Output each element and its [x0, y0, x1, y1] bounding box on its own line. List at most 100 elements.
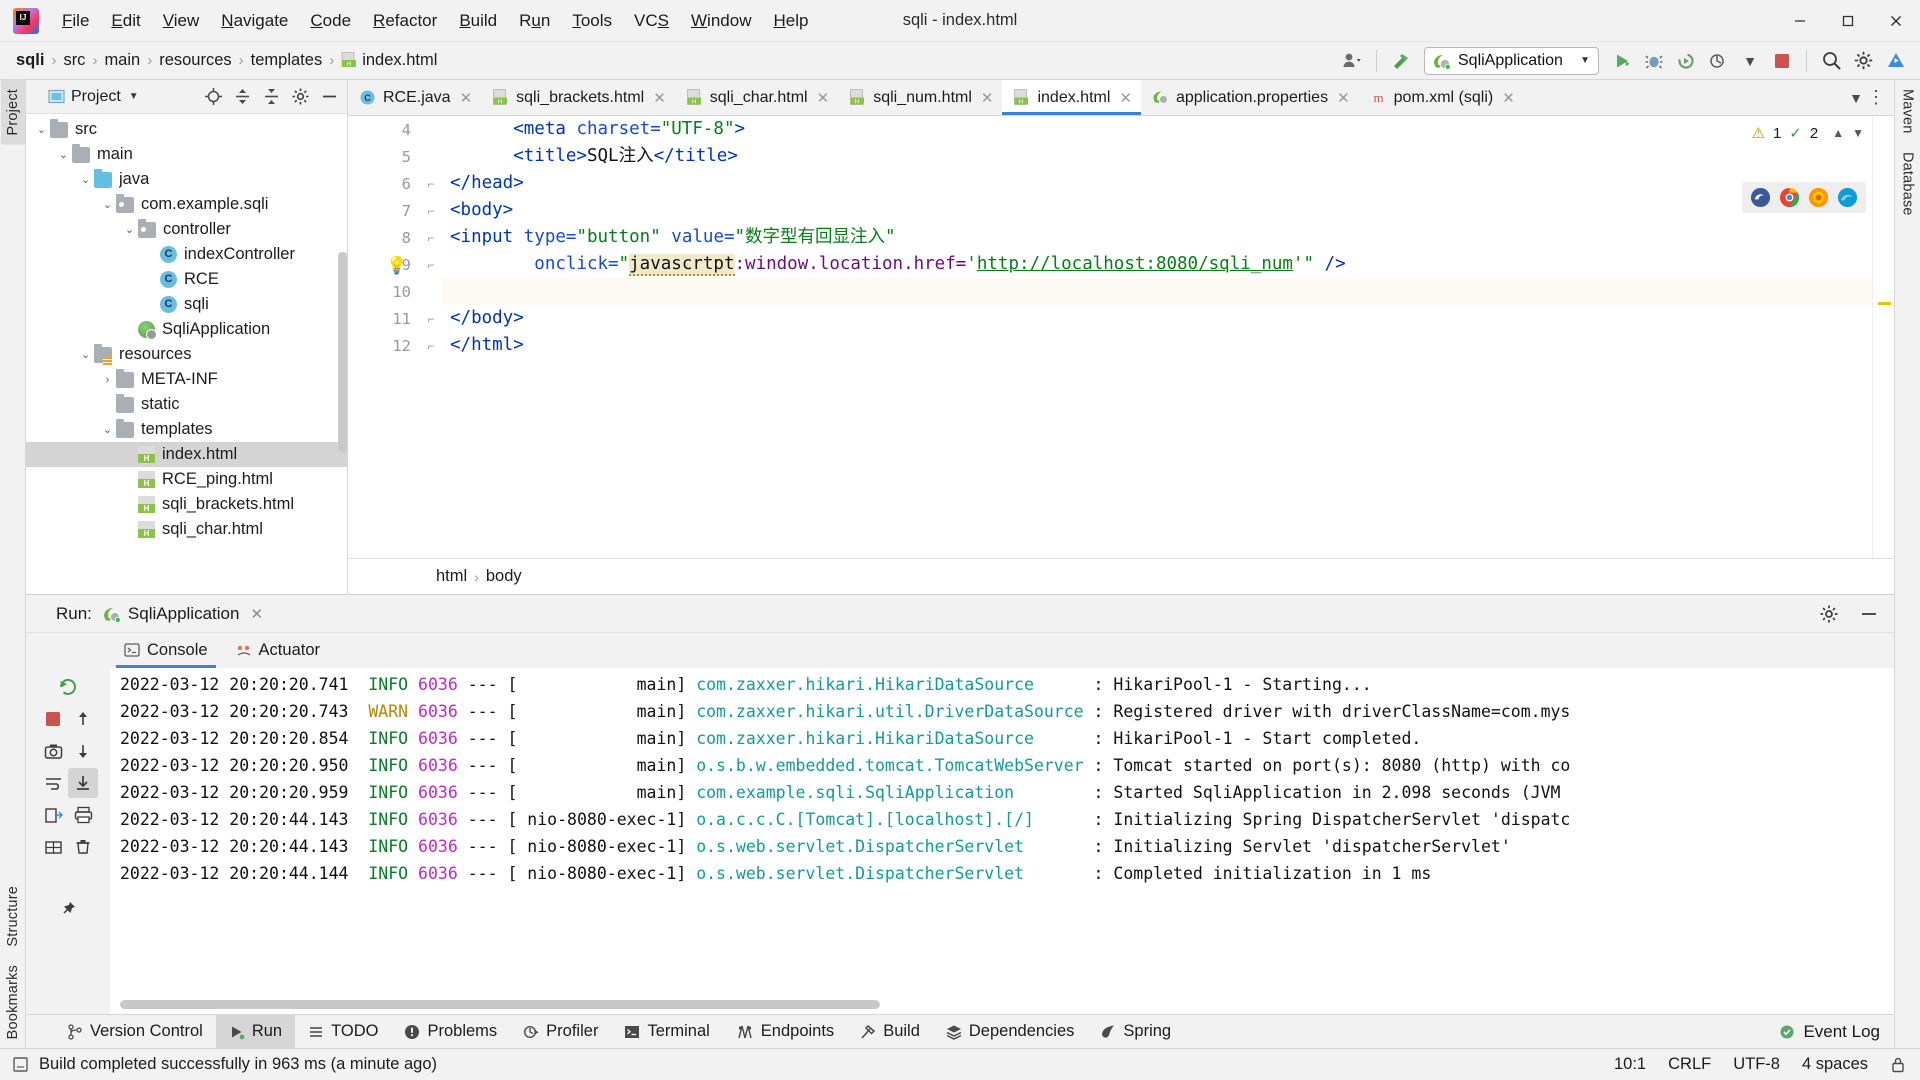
code-fold-marker[interactable]: ⌐ [420, 170, 442, 197]
lock-icon[interactable] [1890, 1056, 1906, 1074]
editor-fold-column[interactable]: ⌐⌐⌐⌐⌐⌐ [420, 116, 442, 558]
code-line[interactable]: </head> [442, 170, 1872, 197]
intention-bulb-icon[interactable]: 💡 [386, 256, 407, 276]
tool-window-terminal[interactable]: Terminal [611, 1015, 722, 1049]
clear-all-icon[interactable] [68, 832, 98, 862]
chevron-right-icon[interactable]: › [102, 374, 113, 386]
line-number[interactable]: 7 [348, 197, 420, 224]
code-line[interactable]: onclick="javascrtpt:window.location.href… [442, 251, 1872, 278]
editor-tab-index-html[interactable]: Hindex.html✕ [1002, 80, 1141, 115]
updates-icon[interactable] [1880, 46, 1910, 76]
line-number[interactable]: 10 [348, 278, 420, 305]
camera-icon[interactable] [38, 736, 68, 766]
tool-window-build[interactable]: Build [847, 1015, 933, 1049]
chevron-down-icon[interactable]: ⌄ [58, 148, 69, 161]
editor-tab-rce-java[interactable]: CRCE.java✕ [348, 80, 481, 115]
line-number[interactable]: 9 [348, 251, 420, 278]
scroll-up-icon[interactable] [68, 704, 98, 734]
breadcrumb-item-resources[interactable]: resources [155, 51, 235, 70]
menu-item-vcs[interactable]: VCS [623, 7, 680, 35]
event-log-label[interactable]: Event Log [1803, 1022, 1880, 1042]
code-line[interactable]: </html> [442, 332, 1872, 359]
breadcrumb-item-src[interactable]: src [59, 51, 89, 70]
minimize-button[interactable] [1776, 0, 1824, 42]
tree-node-sqli_char-html[interactable]: sqli_char.html [26, 517, 347, 542]
sidebar-tab-project[interactable]: Project [1, 80, 25, 145]
close-icon[interactable]: ✕ [1119, 89, 1132, 107]
editor-tab-sqli_char-html[interactable]: Hsqli_char.html✕ [675, 80, 838, 115]
tree-node-static[interactable]: static [26, 392, 347, 417]
run-subtab-actuator[interactable]: Actuator [222, 633, 334, 668]
chevron-down-icon[interactable]: ▼ [129, 91, 139, 102]
user-avatar-icon[interactable] [1337, 46, 1367, 76]
build-status-icon[interactable] [12, 1056, 29, 1073]
chevron-down-icon[interactable]: ⌄ [102, 423, 113, 436]
tree-node-rce_ping-html[interactable]: RCE_ping.html [26, 467, 347, 492]
scroll-down-icon[interactable] [68, 736, 98, 766]
close-icon[interactable]: ✕ [1337, 89, 1350, 107]
tool-window-endpoints[interactable]: Endpoints [723, 1015, 847, 1049]
breadcrumb[interactable]: sqli›src›main›resources›templates›Hindex… [12, 51, 441, 70]
editor-tab-sqli_brackets-html[interactable]: Hsqli_brackets.html✕ [481, 80, 675, 115]
breadcrumb-item-index-html[interactable]: Hindex.html [337, 51, 441, 70]
pin-icon[interactable] [53, 894, 83, 924]
file-encoding[interactable]: UTF-8 [1733, 1055, 1780, 1074]
chevron-down-icon[interactable]: ⌄ [80, 348, 91, 361]
more-options-icon[interactable]: ⋮ [1867, 87, 1886, 108]
line-number[interactable]: 12 [348, 332, 420, 359]
close-icon[interactable]: ✕ [1502, 89, 1515, 107]
hide-panel-icon[interactable] [317, 85, 341, 109]
sidebar-tab-bookmarks[interactable]: Bookmarks [1, 956, 25, 1048]
line-number[interactable]: 6 [348, 170, 420, 197]
line-number[interactable]: 4 [348, 116, 420, 143]
editor-gutter[interactable]: 456789101112 [348, 116, 420, 558]
code-line[interactable] [442, 278, 1872, 305]
menu-item-file[interactable]: File [51, 7, 100, 35]
console-output[interactable]: 2022-03-12 20:20:20.741 INFO 6036 --- [ … [110, 668, 1894, 1014]
run-with-coverage-icon[interactable] [1671, 46, 1701, 76]
tree-node-sqliapplication[interactable]: SqliApplication [26, 317, 347, 342]
breadcrumb-html[interactable]: html [436, 567, 467, 586]
close-icon[interactable]: ✕ [653, 89, 666, 107]
firefox-icon[interactable] [1808, 187, 1829, 208]
chevron-down-icon[interactable]: ⌄ [102, 198, 113, 211]
sidebar-tab-structure[interactable]: Structure [1, 877, 25, 956]
breadcrumb-item-main[interactable]: main [100, 51, 144, 70]
line-number[interactable]: 5 [348, 143, 420, 170]
tree-node-controller[interactable]: ⌄controller [26, 217, 347, 242]
menu-item-refactor[interactable]: Refactor [362, 7, 448, 35]
hide-panel-icon[interactable] [1854, 599, 1884, 629]
debug-icon[interactable] [1639, 46, 1669, 76]
edge-legacy-icon[interactable] [1750, 187, 1771, 208]
code-line[interactable]: <title>SQL注入</title> [442, 143, 1872, 170]
tool-window-problems[interactable]: Problems [391, 1015, 510, 1049]
tool-window-todo[interactable]: TODO [295, 1015, 391, 1049]
export-icon[interactable] [38, 800, 68, 830]
code-line[interactable]: </body> [442, 305, 1872, 332]
chevron-down-icon[interactable]: ⌄ [124, 223, 135, 236]
inspection-widget[interactable]: ⚠ 1 ✓ 2 ▲ ▼ [1752, 124, 1865, 142]
code-content[interactable]: <meta charset="UTF-8"> <title>SQL注入</tit… [442, 116, 1872, 558]
profiler-icon[interactable] [1703, 46, 1733, 76]
tree-node-com-example-sqli[interactable]: ⌄com.example.sqli [26, 192, 347, 217]
menu-item-help[interactable]: Help [762, 7, 819, 35]
menu-item-run[interactable]: Run [508, 7, 561, 35]
breadcrumb-item-sqli[interactable]: sqli [12, 51, 48, 70]
run-icon[interactable] [1607, 46, 1637, 76]
chevron-down-icon[interactable]: ▼ [1849, 90, 1863, 106]
chevron-down-icon[interactable]: ▼ [1735, 46, 1765, 76]
editor-tab-application-properties[interactable]: application.properties✕ [1141, 80, 1359, 115]
tree-node-sqli_brackets-html[interactable]: sqli_brackets.html [26, 492, 347, 517]
sidebar-tab-maven[interactable]: Maven [1896, 80, 1920, 143]
menu-item-build[interactable]: Build [448, 7, 508, 35]
close-icon[interactable]: ✕ [817, 89, 830, 107]
tree-node-index-html[interactable]: index.html [26, 442, 347, 467]
tree-node-indexcontroller[interactable]: CindexController [26, 242, 347, 267]
menu-item-edit[interactable]: Edit [100, 7, 151, 35]
editor-scrollbar-marks[interactable] [1872, 116, 1894, 558]
chevron-up-icon[interactable]: ▲ [1832, 126, 1844, 140]
rerun-icon[interactable] [53, 672, 83, 702]
sidebar-tab-database[interactable]: Database [1896, 143, 1920, 225]
run-configuration-selector[interactable]: SqliApplication ▼ [1424, 47, 1599, 75]
project-tree[interactable]: ⌄src⌄main⌄java⌄com.example.sqli⌄controll… [26, 114, 347, 594]
